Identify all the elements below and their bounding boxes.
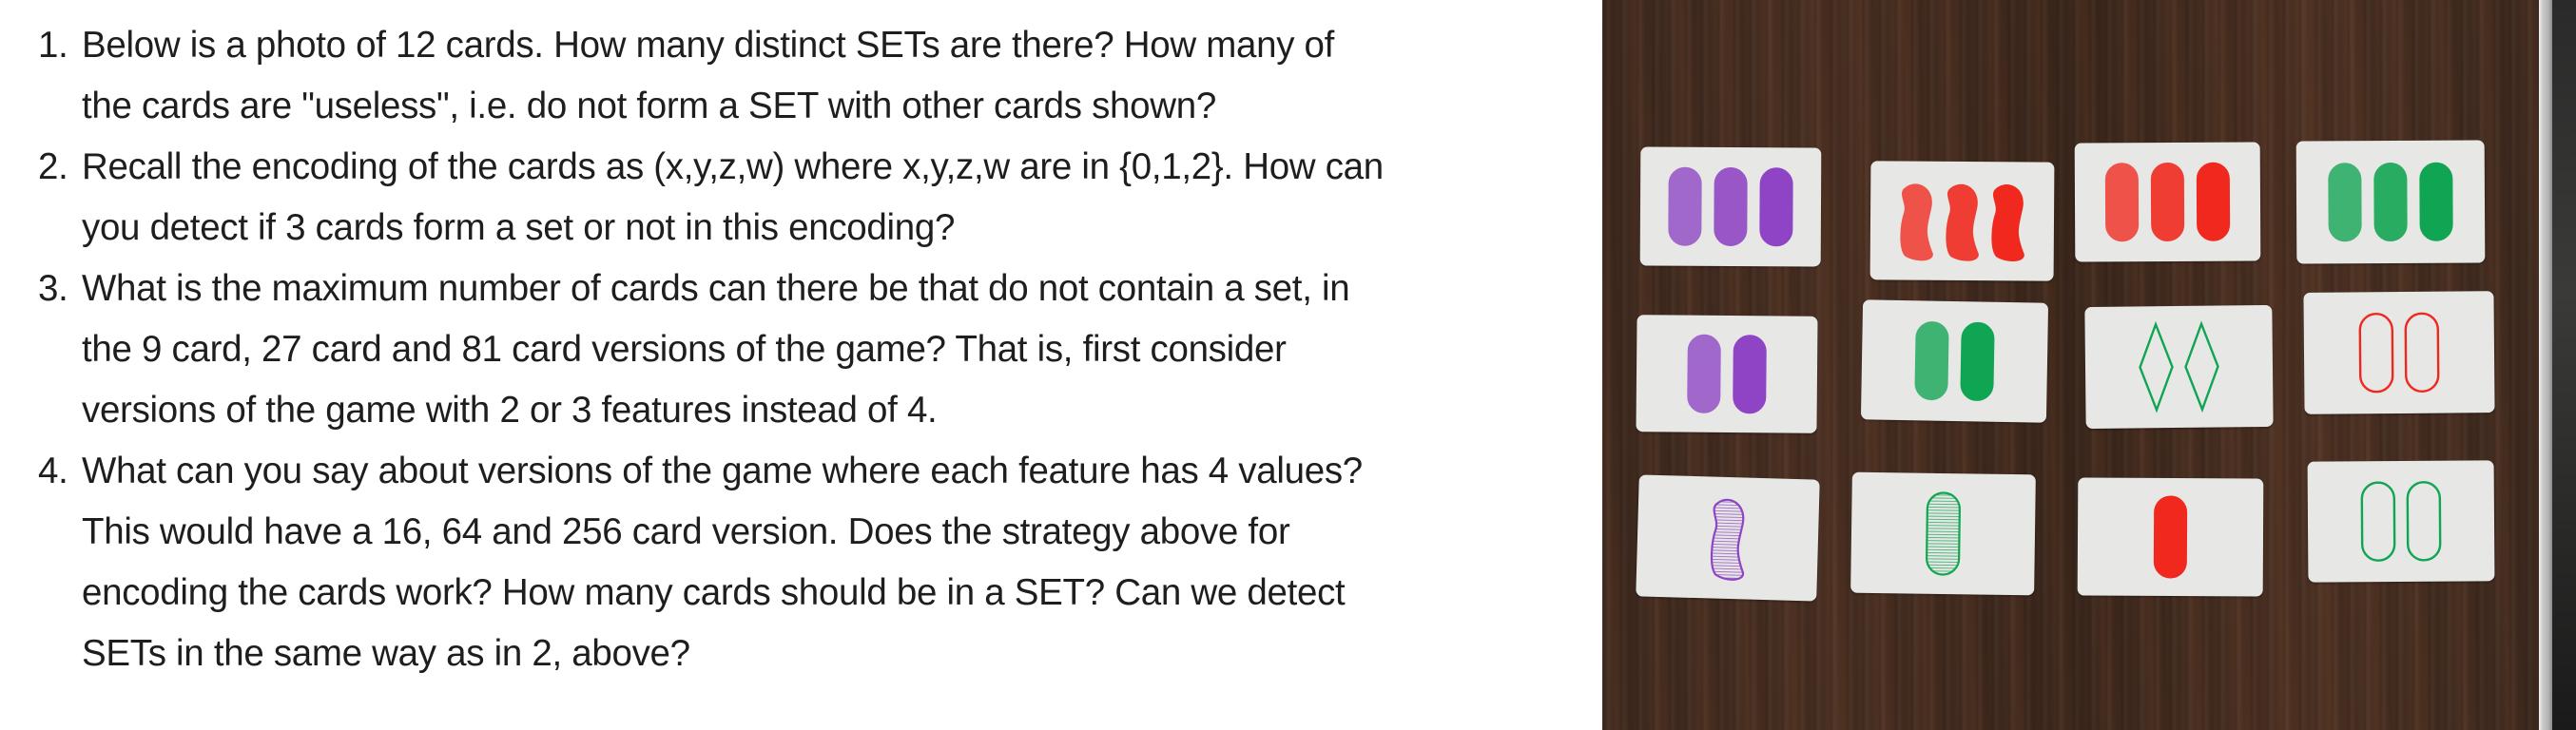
question-number: 4. — [38, 451, 68, 491]
set-card — [1850, 471, 2036, 596]
question-number: 1. — [38, 25, 68, 66]
oval-symbol — [2196, 162, 2231, 241]
question-text-line: versions of the game with 2 or 3 feature… — [82, 390, 938, 431]
oval-symbol — [1687, 334, 1721, 413]
oval-symbol — [2373, 163, 2408, 241]
set-card — [2074, 142, 2261, 262]
oval-symbol — [2406, 481, 2442, 562]
question-text-line: This would have a 16, 64 and 256 card ve… — [82, 511, 1290, 552]
photo-background — [2552, 0, 2576, 730]
set-card — [2295, 140, 2486, 264]
diamond-symbol — [2139, 320, 2174, 413]
oval-symbol — [1733, 335, 1767, 414]
set-card — [2084, 304, 2274, 430]
squiggle-symbol — [1900, 183, 1933, 261]
question-text-line: What is the maximum number of cards can … — [82, 268, 1350, 309]
oval-symbol — [1926, 491, 1961, 576]
question-1: 1. Below is a photo of 12 cards. How man… — [0, 15, 1598, 137]
question-text-line: the cards are "useless", i.e. do not for… — [82, 86, 1216, 126]
oval-symbol — [1960, 321, 1995, 401]
question-list: 1. Below is a photo of 12 cards. How man… — [0, 0, 1598, 730]
question-text-line: encoding the cards work? How many cards … — [82, 572, 1346, 613]
squiggle-symbol — [1991, 184, 2024, 261]
oval-symbol — [2358, 313, 2394, 394]
set-card — [2307, 460, 2495, 583]
set-card — [2303, 291, 2495, 414]
oval-symbol — [2150, 163, 2185, 241]
oval-symbol — [2404, 312, 2440, 393]
squiggle-symbol — [1946, 183, 1979, 261]
oval-symbol — [1914, 321, 1949, 401]
set-card — [1860, 299, 2049, 423]
question-2: 2. Recall the encoding of the cards as (… — [0, 137, 1598, 259]
question-number: 2. — [38, 146, 68, 187]
squiggle-symbol — [1710, 498, 1745, 581]
question-text-line: the 9 card, 27 card and 81 card versions… — [82, 329, 1287, 370]
oval-symbol — [2360, 481, 2396, 562]
question-4: 4. What can you say about versions of th… — [0, 441, 1598, 684]
question-text-line: Recall the encoding of the cards as (x,y… — [82, 146, 1384, 187]
oval-symbol — [1668, 166, 1702, 246]
question-text-line: SETs in the same way as in 2, above? — [82, 633, 690, 674]
set-card — [1639, 146, 1822, 267]
question-number: 3. — [38, 268, 68, 309]
set-card — [1869, 161, 2055, 281]
table-edge-strip — [2539, 0, 2552, 730]
oval-symbol — [2419, 162, 2453, 241]
diamond-symbol — [2184, 320, 2219, 413]
question-text-line: What can you say about versions of the g… — [82, 451, 1363, 491]
set-cards-photo — [1602, 0, 2576, 730]
question-text-line: Below is a photo of 12 cards. How many d… — [82, 25, 1335, 66]
question-3: 3. What is the maximum number of cards c… — [0, 259, 1598, 441]
oval-symbol — [2104, 163, 2140, 242]
oval-symbol — [2153, 495, 2188, 579]
oval-symbol — [1714, 167, 1748, 246]
oval-symbol — [1759, 167, 1793, 247]
set-card — [1636, 315, 1818, 433]
question-text-line: you detect if 3 cards form a set or not … — [82, 207, 956, 248]
oval-symbol — [2328, 163, 2362, 242]
set-card — [1636, 474, 1820, 602]
set-card — [2077, 477, 2264, 597]
